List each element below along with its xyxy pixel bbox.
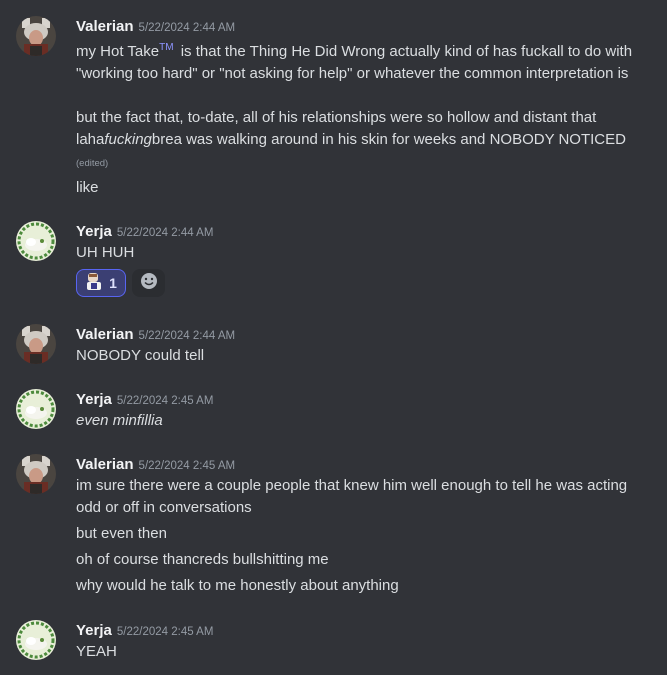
message-line: oh of course thancreds bullshitting me [76,551,329,568]
avatar[interactable] [16,16,56,56]
reaction-count: 1 [109,275,117,291]
add-reaction-button[interactable] [132,269,165,297]
smiley-face-icon [140,272,158,295]
message-line: NOBODY could tell [76,347,205,364]
author-name[interactable]: Yerja [76,391,112,408]
author-name[interactable]: Valerian [76,456,134,473]
message-line: UH HUH [76,244,135,261]
avatar[interactable] [16,324,56,364]
message-header: Yerja 5/22/2024 2:45 AM [76,389,213,411]
message-line: YEAH [76,643,117,660]
message-line: why would he talk to me honestly about a… [76,577,399,594]
timestamp: 5/22/2024 2:45 AM [116,395,214,407]
message-header: Yerja 5/22/2024 2:45 AM [76,620,213,642]
message-line: but even then [76,525,167,542]
message-header: Yerja 5/22/2024 2:44 AM [76,221,213,243]
author-name[interactable]: Yerja [76,622,112,639]
timestamp: 5/22/2024 2:44 AM [138,330,236,342]
message-header: Valerian 5/22/2024 2:44 AM [76,324,235,346]
author-name[interactable]: Valerian [76,18,134,35]
author-name[interactable]: Yerja [76,223,112,240]
message-line: even minfillia [76,412,163,429]
message-line: but the fact that, to-date, all of his r… [76,109,626,148]
avatar[interactable] [16,389,56,429]
message-line: my Hot TakeTM is that the Thing He Did W… [76,42,633,82]
author-name[interactable]: Valerian [76,326,134,343]
timestamp: 5/22/2024 2:45 AM [138,460,236,472]
timestamp: 5/22/2024 2:44 AM [138,22,236,34]
timestamp: 5/22/2024 2:44 AM [116,227,214,239]
avatar[interactable] [16,454,56,494]
character-emoji-icon [85,272,103,295]
message-header: Valerian 5/22/2024 2:45 AM [76,454,235,476]
message-line: like [76,179,99,196]
message-line: im sure there were a couple people that … [76,477,628,516]
avatar[interactable] [16,221,56,261]
reaction-button[interactable]: 1 [76,269,126,297]
edited-label: (edited) [76,158,109,169]
trademark-superscript: TM [159,42,174,53]
timestamp: 5/22/2024 2:45 AM [116,626,214,638]
message-header: Valerian 5/22/2024 2:44 AM [76,16,235,38]
avatar[interactable] [16,620,56,660]
